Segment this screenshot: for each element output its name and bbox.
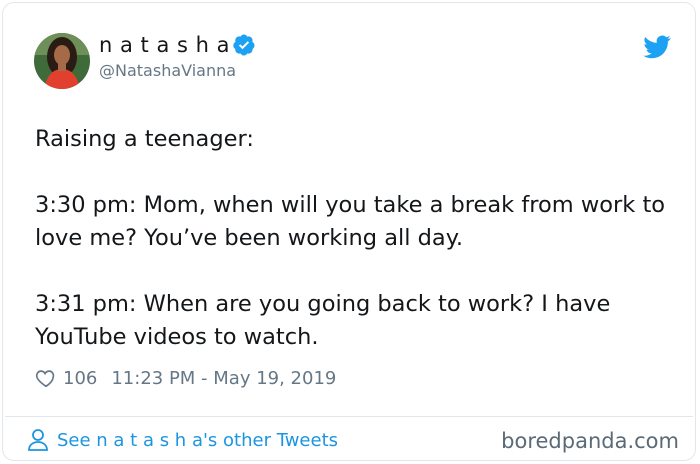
avatar[interactable] [34,33,90,89]
watermark: boredpanda.com [501,429,679,453]
tweet-card: n a t a s h a @NatashaVianna Raising a t… [2,2,696,461]
author-display-name[interactable]: n a t a s h a [99,33,256,57]
tweet-text: Raising a teenager: 3:30 pm: Mom, when w… [35,126,666,350]
heart-icon[interactable] [35,367,57,389]
verified-badge-icon [233,34,255,56]
display-name-text: n a t a s h a [99,33,230,57]
like-count: 106 [63,367,98,389]
twitter-bird-icon[interactable] [643,35,671,59]
user-avatar-photo [34,33,90,89]
divider [5,416,693,417]
author-handle[interactable]: @NatashaVianna [99,61,236,80]
person-icon [28,429,48,451]
see-other-tweets-link[interactable]: See n a t a s h a's other Tweets [27,428,338,452]
tweet-timestamp[interactable]: 11:23 PM - May 19, 2019 [111,368,336,389]
tweet-meta: 106 11:23 PM - May 19, 2019 [35,367,336,389]
see-other-tweets-label: See n a t a s h a's other Tweets [57,429,339,451]
